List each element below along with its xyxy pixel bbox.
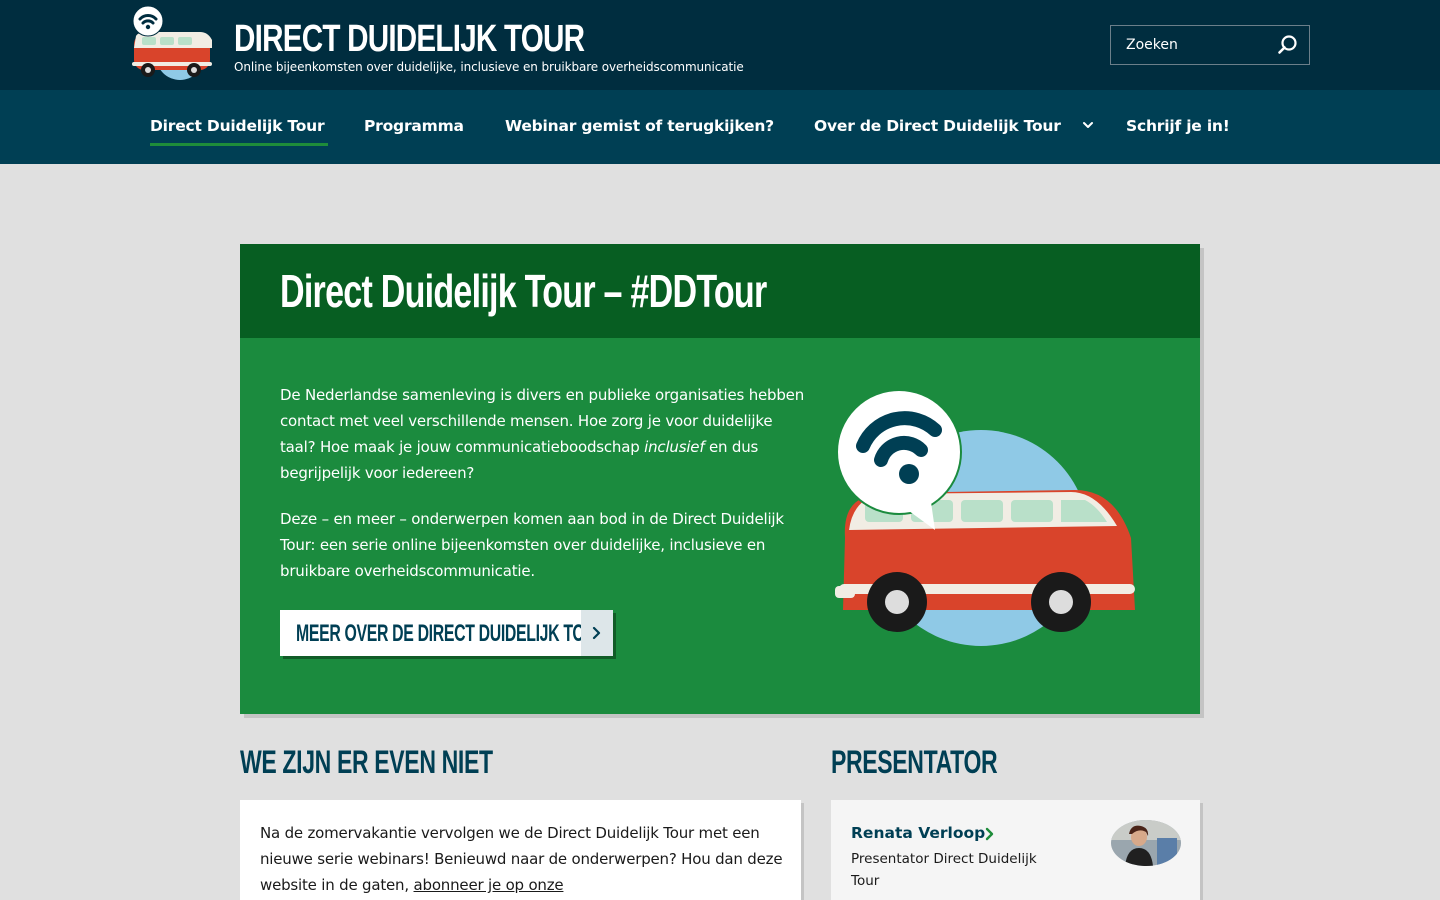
search-input[interactable] xyxy=(1111,26,1271,64)
notice-heading: WE ZIJN ER EVEN NIET xyxy=(240,744,493,780)
hero-emphasis: inclusief xyxy=(644,438,705,456)
hero-body: De Nederlandse samenleving is divers en … xyxy=(240,338,1200,714)
site-title[interactable]: DIRECT DUIDELIJK TOUR xyxy=(234,17,585,61)
hero-paragraph-1: De Nederlandse samenleving is divers en … xyxy=(280,386,805,482)
nav-item-schrijf-je-in[interactable]: Schrijf je in! xyxy=(1126,117,1230,135)
search-box xyxy=(1110,25,1310,65)
presenter-card: Renata Verloop Presentator Direct Duidel… xyxy=(831,800,1200,900)
presenter-role: Presentator Direct Duidelijk Tour xyxy=(851,851,1037,889)
nav-item-over-de-tour[interactable]: Over de Direct Duidelijk Tour xyxy=(814,117,1061,135)
chevron-down-icon[interactable] xyxy=(1081,118,1095,132)
hero-text: De Nederlandse samenleving is divers en … xyxy=(280,382,805,584)
logo-van-icon[interactable] xyxy=(128,4,216,80)
chevron-right-icon[interactable] xyxy=(985,827,995,841)
nav-item-programma[interactable]: Programma xyxy=(364,117,464,135)
chevron-right-icon xyxy=(592,626,601,640)
site-tagline: Online bijeenkomsten over duidelijke, in… xyxy=(234,60,744,74)
hero-title: Direct Duidelijk Tour – #DDTour xyxy=(280,265,767,317)
van-wifi-illustration xyxy=(835,389,1135,646)
cta-arrow xyxy=(581,610,613,656)
hero-section: Direct Duidelijk Tour – #DDTour De Neder… xyxy=(240,244,1200,714)
presenter-avatar[interactable] xyxy=(1111,820,1181,866)
subscribe-link[interactable]: abonneer je op onze xyxy=(414,876,564,894)
search-button[interactable] xyxy=(1277,34,1299,56)
search-icon xyxy=(1278,35,1297,54)
hero-header: Direct Duidelijk Tour – #DDTour xyxy=(240,244,1200,338)
nav-item-direct-duidelijk-tour[interactable]: Direct Duidelijk Tour xyxy=(150,117,329,146)
notice-card: Na de zomervakantie vervolgen we de Dire… xyxy=(240,800,801,900)
presenter-name-link[interactable]: Renata Verloop xyxy=(851,824,985,842)
hero-paragraph-2: Deze – en meer – onderwerpen komen aan b… xyxy=(280,510,784,580)
presenter-heading: PRESENTATOR xyxy=(831,744,998,780)
notice-text: Na de zomervakantie vervolgen we de Dire… xyxy=(260,824,783,894)
site-header: DIRECT DUIDELIJK TOUR Online bijeenkomst… xyxy=(0,0,1440,90)
cta-label: MEER OVER DE DIRECT DUIDELIJK TOUR xyxy=(296,620,607,647)
nav-item-webinar-gemist[interactable]: Webinar gemist of terugkijken? xyxy=(505,117,774,135)
more-about-tour-button[interactable]: MEER OVER DE DIRECT DUIDELIJK TOUR xyxy=(280,610,613,656)
